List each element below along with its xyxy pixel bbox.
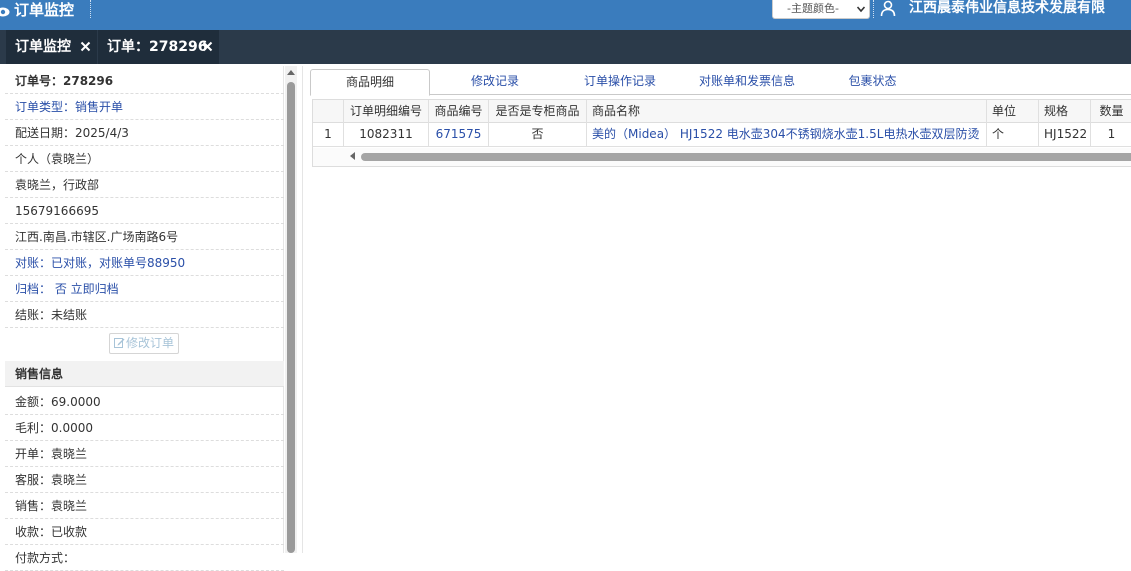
order-type: 订单类型：销售开单 xyxy=(5,94,284,120)
scroll-left-arrow[interactable] xyxy=(350,152,355,160)
gross-profit: 毛利：0.0000 xyxy=(5,415,284,441)
archive-status[interactable]: 归档： 否 立即归档 xyxy=(5,276,284,302)
sales-info-header: 销售信息 xyxy=(5,361,284,387)
product-no-link[interactable]: 671575 xyxy=(429,123,489,146)
contact-department: 袁晓兰，行政部 xyxy=(5,172,284,198)
tab-package-status[interactable]: 包裹状态 xyxy=(815,69,930,96)
tab-label: 订单监控 xyxy=(15,39,71,55)
tab-bar: 订单监控 订单：278296 xyxy=(0,30,1131,64)
tab-modify-log[interactable]: 修改记录 xyxy=(435,69,555,96)
amount: 金额：69.0000 xyxy=(5,389,284,415)
edit-order-label: 修改订单 xyxy=(125,336,174,350)
theme-select-value: -主题颜色- xyxy=(787,2,839,15)
column-header-product-name[interactable]: 商品名称 xyxy=(587,100,987,123)
grid-header: 订单明细编号 商品编号 是否是专柜商品 商品名称 单位 规格 数量 xyxy=(313,100,1131,123)
column-header-unit[interactable]: 单位 xyxy=(987,100,1039,123)
issuer: 开单：袁晓兰 xyxy=(5,441,284,467)
reconcile-status[interactable]: 对账：已对账，对账单号88950 xyxy=(5,250,284,276)
tab-product-details[interactable]: 商品明细 xyxy=(310,69,430,96)
tab-order-monitor[interactable]: 订单监控 xyxy=(6,30,97,64)
settle-status: 结账：未结账 xyxy=(5,302,284,328)
column-header-counter-item[interactable]: 是否是专柜商品 xyxy=(489,100,587,123)
scroll-up-arrow[interactable] xyxy=(287,70,295,75)
tab-operation-log[interactable]: 订单操作记录 xyxy=(560,69,680,96)
scroll-thumb[interactable] xyxy=(287,82,295,553)
order-info-panel: 订单号：278296 订单类型：销售开单 配送日期：2025/4/3 个人（袁晓… xyxy=(5,66,284,571)
company-name: 江西晨泰伟业信息技术发展有限 xyxy=(909,0,1105,16)
product-grid: 订单明细编号 商品编号 是否是专柜商品 商品名称 单位 规格 数量 1 1082… xyxy=(312,99,1131,167)
customer-name: 个人（袁晓兰） xyxy=(5,146,284,172)
table-row[interactable]: 1 1082311 671575 否 美的（Midea） HJ1522 电水壶3… xyxy=(313,123,1131,147)
user-icon[interactable] xyxy=(880,0,896,16)
product-name-link[interactable]: 美的（Midea） HJ1522 电水壶304不锈钢烧水壶1.5L电热水壶双层防… xyxy=(587,123,987,146)
row-index: 1 xyxy=(313,123,344,146)
scroll-thumb[interactable] xyxy=(361,153,1131,161)
eye-icon xyxy=(0,7,10,17)
edit-order-button[interactable]: 修改订单 xyxy=(109,333,179,354)
quantity-cell: 1 xyxy=(1091,123,1131,146)
close-icon[interactable] xyxy=(202,41,213,52)
delivery-address: 江西.南昌.市辖区.广场南路6号 xyxy=(5,224,284,250)
header-divider xyxy=(873,0,874,18)
grid-horizontal-scrollbar[interactable] xyxy=(313,148,1131,166)
column-header-spec[interactable]: 规格 xyxy=(1039,100,1091,123)
phone-number: 15679166695 xyxy=(5,198,284,224)
app-title: 订单监控 xyxy=(14,1,75,19)
theme-color-select[interactable]: -主题颜色- xyxy=(772,0,870,19)
top-header: 订单监控 -主题颜色- 江西晨泰伟业信息技术发展有限 xyxy=(0,0,1131,30)
edit-icon xyxy=(113,338,125,348)
detail-no-cell: 1082311 xyxy=(344,123,429,146)
left-scrollbar[interactable] xyxy=(285,66,297,553)
tab-statement-invoice[interactable]: 对账单和发票信息 xyxy=(682,69,812,96)
header-divider xyxy=(90,0,91,18)
column-header-product-no[interactable]: 商品编号 xyxy=(429,100,489,123)
tab-label: 订单：278296 xyxy=(107,39,208,55)
detail-tabs: 商品明细 修改记录 订单操作记录 对账单和发票信息 包裹状态 xyxy=(310,66,1131,96)
column-header-detail-no[interactable]: 订单明细编号 xyxy=(344,100,429,123)
close-icon[interactable] xyxy=(80,41,91,52)
delivery-date: 配送日期：2025/4/3 xyxy=(5,120,284,146)
spec-cell: HJ1522 xyxy=(1039,123,1091,146)
column-header-quantity[interactable]: 数量 xyxy=(1091,100,1131,123)
tab-order-detail[interactable]: 订单：278296 xyxy=(98,30,219,64)
unit-cell: 个 xyxy=(987,123,1039,146)
payment-status: 收款：已收款 xyxy=(5,519,284,545)
counter-item-cell: 否 xyxy=(489,123,587,146)
salesperson: 销售：袁晓兰 xyxy=(5,493,284,519)
order-number: 订单号：278296 xyxy=(5,68,284,94)
column-header-index xyxy=(313,100,344,123)
customer-service: 客服：袁晓兰 xyxy=(5,467,284,493)
chevron-down-icon xyxy=(857,6,865,13)
order-detail-panel: 商品明细 修改记录 订单操作记录 对账单和发票信息 包裹状态 订单明细编号 商品… xyxy=(302,66,1131,553)
payment-method: 付款方式： xyxy=(5,545,284,571)
